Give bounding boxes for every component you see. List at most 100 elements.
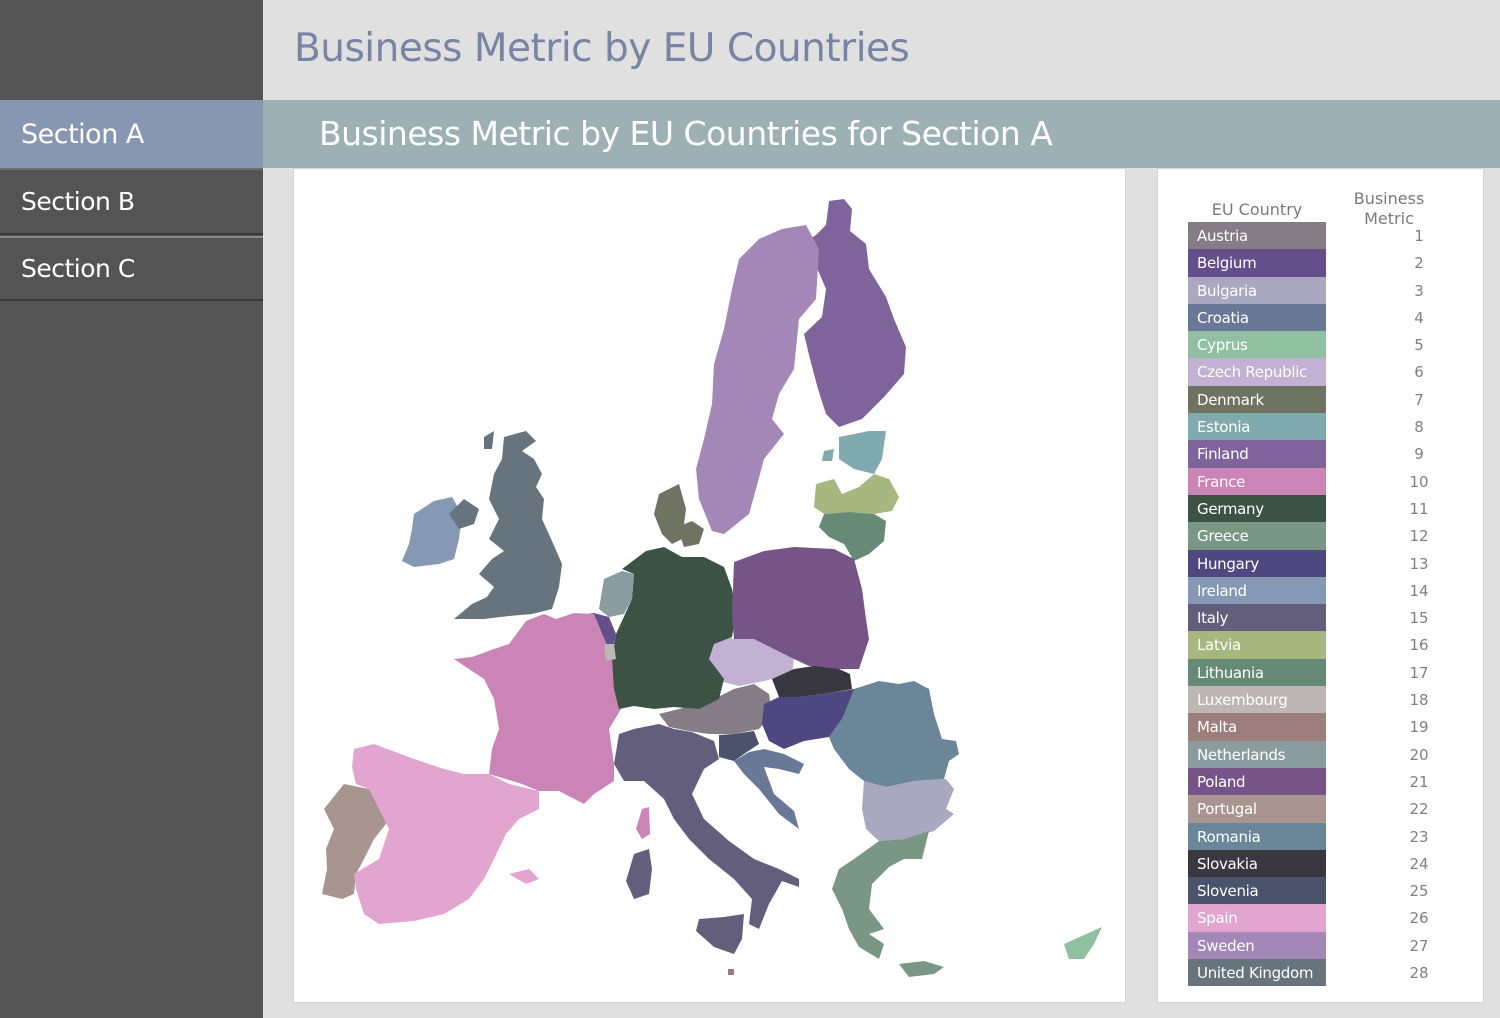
legend-metric-value: 22 [1409,800,1429,819]
legend-row-austria: Austria 1 [1188,222,1488,250]
sidebar-item-label: Section C [21,254,135,283]
country-shape [402,497,462,567]
legend-country-label: Malta [1188,713,1326,741]
legend-row-bulgaria: Bulgaria 3 [1188,276,1488,304]
legend-country-label: Netherlands [1188,740,1326,768]
legend-row-greece: Greece 12 [1188,522,1488,550]
legend-metric-value: 14 [1409,581,1429,600]
legend-country-label: United Kingdom [1188,959,1326,987]
country-bulgaria[interactable]: Bulgaria: 3 [862,779,954,841]
legend-country-label: Latvia [1188,631,1326,659]
legend-metric-value: 3 [1414,281,1424,300]
legend-row-netherlands: Netherlands 20 [1188,740,1488,768]
country-united-kingdom[interactable]: United Kingdom: 28 [449,431,562,619]
legend-table: Austria 1 Belgium 2 Bulgaria 3 Croatia 4 Cyprus 5… [1188,222,1488,987]
legend-country-label: Lithuania [1188,658,1326,687]
country-shape [832,831,929,959]
legend-metric-value: 1 [1414,227,1424,245]
legend-row-slovenia: Slovenia 25 [1188,877,1488,905]
country-shape [1064,927,1102,959]
country-estonia[interactable]: Estonia: 8 [822,431,886,474]
legend-row-italy: Italy 15 [1188,604,1488,632]
legend-row-united-kingdom: United Kingdom 28 [1188,959,1488,987]
country-malta[interactable]: Malta: 19 [728,969,734,975]
legend-metric-value: 15 [1409,609,1429,628]
legend-metric-value: 25 [1409,882,1429,901]
country-shape [822,449,834,461]
sidebar-item-label: Section B [21,187,135,216]
legend-country-label: Portugal [1188,795,1326,823]
legend-row-luxembourg: Luxembourg 18 [1188,686,1488,714]
country-greece[interactable]: Greece: 12 [832,831,944,977]
country-germany[interactable]: Germany: 11 [612,547,736,709]
legend-metric-value: 21 [1409,772,1429,791]
legend-panel: EU Country Business Metric Austria 1 Belgi… [1157,168,1484,1003]
country-shape [802,199,906,427]
legend-row-malta: Malta 19 [1188,713,1488,741]
legend-row-germany: Germany 11 [1188,494,1488,523]
map-panel: Austria: 1Belgium: 2Bulgaria: 3Croatia: … [293,168,1126,1003]
legend-row-czech-republic: Czech Republic 6 [1188,358,1488,386]
country-sweden[interactable]: Sweden: 27 [696,225,819,534]
country-ireland[interactable]: Ireland: 14 [402,497,462,567]
legend-metric-value: 26 [1409,909,1429,928]
legend-row-lithuania: Lithuania 17 [1188,658,1488,687]
country-shape [484,431,494,449]
sidebar-item-label: Section A [21,118,144,150]
legend-row-denmark: Denmark 7 [1188,385,1488,414]
legend-metric-value: 27 [1409,936,1429,955]
legend-row-hungary: Hungary 13 [1188,549,1488,577]
legend-country-label: Spain [1188,904,1326,932]
country-latvia[interactable]: Latvia: 16 [814,474,899,514]
country-finland[interactable]: Finland: 9 [802,199,906,427]
legend-row-spain: Spain 26 [1188,904,1488,932]
country-cyprus[interactable]: Cyprus: 5 [1064,927,1102,959]
legend-country-label: Germany [1188,494,1326,523]
legend-metric-value: 24 [1409,854,1429,873]
legend-country-label: Greece [1188,522,1326,550]
legend-metric-value: 7 [1414,390,1424,409]
legend-country-label: Estonia [1188,413,1326,441]
section-title: Business Metric by EU Countries for Sect… [319,114,1053,153]
legend-metric-value: 8 [1414,418,1424,437]
country-shape [636,807,650,839]
legend-metric-value: 13 [1409,554,1429,573]
legend-country-label: Bulgaria [1188,276,1326,304]
legend-metric-value: 23 [1409,827,1429,846]
legend-metric-value: 4 [1414,308,1424,327]
legend-metric-value: 10 [1409,472,1429,491]
country-shape [612,547,736,709]
legend-row-croatia: Croatia 4 [1188,303,1488,332]
legend-country-label: Slovenia [1188,877,1326,905]
country-luxembourg[interactable]: Luxembourg: 18 [604,644,616,661]
legend-country-label: Hungary [1188,549,1326,577]
legend-metric-value: 2 [1414,254,1424,273]
legend-row-slovakia: Slovakia 24 [1188,849,1488,878]
legend-country-label: Cyprus [1188,331,1326,359]
legend-country-label: Slovakia [1188,849,1326,878]
legend-country-label: Finland [1188,440,1326,468]
section-header: Business Metric by EU Countries for Sect… [263,100,1500,168]
legend-row-sweden: Sweden 27 [1188,931,1488,960]
country-shape [862,779,954,841]
eu-map: Austria: 1Belgium: 2Bulgaria: 3Croatia: … [322,199,1102,977]
legend-country-label: Poland [1188,767,1326,796]
country-shape [728,969,734,975]
legend-country-label: Romania [1188,822,1326,850]
sidebar-item-section-c[interactable]: Section C [0,238,263,301]
legend-metric-value: 6 [1414,363,1424,382]
country-croatia[interactable]: Croatia: 4 [734,749,804,829]
legend-country-label: France [1188,467,1326,495]
legend-row-poland: Poland 21 [1188,767,1488,796]
legend-header-country: EU Country [1211,200,1303,219]
sidebar-item-section-b[interactable]: Section B [0,170,263,235]
sidebar-item-section-a[interactable]: Section A [0,100,263,168]
legend-metric-value: 16 [1409,636,1429,655]
country-shape [814,474,899,514]
legend-row-latvia: Latvia 16 [1188,631,1488,659]
legend-row-belgium: Belgium 2 [1188,249,1488,277]
country-denmark[interactable]: Denmark: 7 [654,484,704,547]
legend-country-label: Austria [1188,222,1326,250]
legend-metric-value: 19 [1409,718,1429,737]
legend-country-label: Italy [1188,604,1326,632]
